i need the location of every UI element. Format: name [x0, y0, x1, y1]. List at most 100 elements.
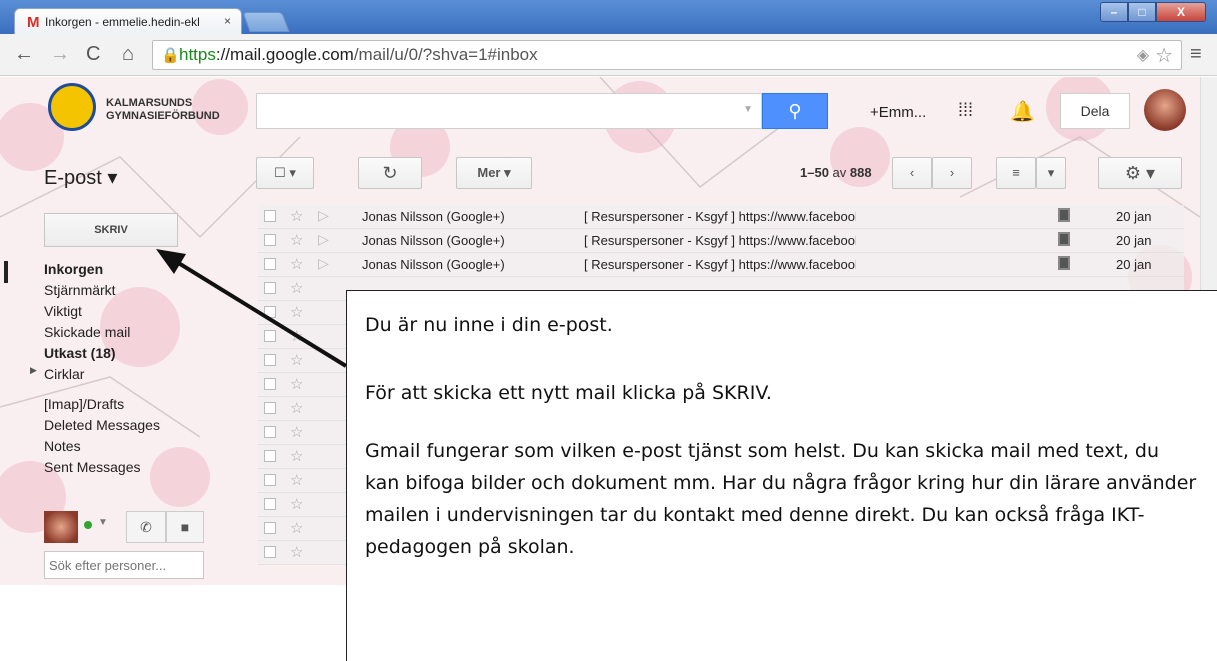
row-checkbox[interactable] — [264, 426, 276, 438]
star-icon[interactable]: ☆ — [290, 447, 303, 465]
important-marker-icon[interactable]: ▷ — [318, 255, 329, 272]
folder-starred[interactable]: Stjärnmärkt — [44, 282, 116, 298]
people-search-input[interactable] — [44, 551, 204, 579]
phone-icon[interactable]: ✆ — [126, 511, 166, 543]
folder-deleted-messages[interactable]: Deleted Messages — [44, 417, 160, 433]
row-checkbox[interactable] — [264, 378, 276, 390]
url-text: https://mail.google.com/mail/u/0/?shva=1… — [179, 45, 538, 64]
expand-triangle-icon[interactable]: ▶ — [30, 365, 37, 376]
message-subject: [ Resurspersoner - Ksgyf ] https://www.f… — [584, 209, 856, 224]
reload-icon[interactable]: C — [86, 43, 100, 66]
avatar[interactable] — [1144, 89, 1186, 131]
more-button[interactable]: Mer ▾ — [456, 157, 532, 189]
star-icon[interactable]: ☆ — [290, 231, 303, 249]
row-checkbox[interactable] — [264, 258, 276, 270]
browser-tab-inbox[interactable]: M Inkorgen - emmelie.hedin-ekl × — [14, 8, 242, 34]
display-density-icon[interactable]: ≡ — [996, 157, 1036, 189]
star-icon[interactable]: ☆ — [290, 207, 303, 225]
share-button[interactable]: Dela — [1060, 93, 1130, 129]
star-icon[interactable]: ☆ — [290, 279, 303, 297]
message-sender: Jonas Nilsson (Google+) — [362, 209, 505, 224]
row-checkbox[interactable] — [264, 282, 276, 294]
search-icon: ⚲ — [788, 101, 802, 121]
table-row[interactable]: ☆ ▷ Jonas Nilsson (Google+) [ Resurspers… — [258, 205, 1184, 229]
folder-sent-messages[interactable]: Sent Messages — [44, 459, 141, 475]
bookmark-star-icon[interactable]: ☆ — [1155, 43, 1173, 68]
next-page-button[interactable]: › — [932, 157, 972, 189]
search-options-caret-icon[interactable]: ▼ — [743, 104, 753, 115]
org-name: KALMARSUNDS GYMNASIEFÖRBUND — [106, 97, 220, 122]
star-icon[interactable]: ☆ — [290, 375, 303, 393]
window-maximize-button[interactable]: □ — [1128, 2, 1156, 22]
row-checkbox[interactable] — [264, 330, 276, 342]
callout-paragraph-2: För att skicka ett nytt mail klicka på S… — [365, 382, 772, 404]
row-checkbox[interactable] — [264, 450, 276, 462]
table-row[interactable]: ☆ ▷ Jonas Nilsson (Google+) [ Resurspers… — [258, 229, 1184, 253]
home-icon[interactable]: ⌂ — [122, 43, 134, 66]
folder-drafts[interactable]: Utkast (18) — [44, 345, 116, 361]
star-icon[interactable]: ☆ — [290, 303, 303, 321]
star-icon[interactable]: ☆ — [290, 423, 303, 441]
extension-icon[interactable]: ◈ — [1137, 45, 1149, 65]
bell-icon[interactable]: 🔔 — [1010, 99, 1035, 124]
window-close-button[interactable]: X — [1156, 2, 1206, 22]
browser-menu-icon[interactable]: ≡ — [1190, 43, 1202, 66]
star-icon[interactable]: ☆ — [290, 255, 303, 273]
folder-imap-drafts[interactable]: [Imap]/Drafts — [44, 396, 124, 412]
folder-inbox[interactable]: Inkorgen — [44, 261, 103, 277]
row-checkbox[interactable] — [264, 546, 276, 558]
previous-page-button[interactable]: ‹ — [892, 157, 932, 189]
row-checkbox[interactable] — [264, 474, 276, 486]
back-arrow-icon[interactable]: ← — [14, 43, 34, 66]
important-marker-icon[interactable]: ▷ — [318, 207, 329, 224]
row-checkbox[interactable] — [264, 522, 276, 534]
attachment-icon — [1058, 208, 1070, 222]
user-name[interactable]: +Emm... — [870, 104, 926, 121]
row-checkbox[interactable] — [264, 498, 276, 510]
star-icon[interactable]: ☆ — [290, 495, 303, 513]
gear-icon[interactable]: ⚙ ▾ — [1098, 157, 1182, 189]
apps-grid-icon[interactable]: ⁞⁞⁞ — [958, 100, 973, 121]
active-folder-marker — [4, 261, 8, 283]
row-checkbox[interactable] — [264, 402, 276, 414]
star-icon[interactable]: ☆ — [290, 327, 303, 345]
tab-title: Inkorgen - emmelie.hedin-ekl — [45, 15, 200, 29]
screenshot-stage: M Inkorgen - emmelie.hedin-ekl × – □ X ←… — [0, 0, 1217, 661]
refresh-icon[interactable]: ↻ — [358, 157, 422, 189]
row-checkbox[interactable] — [264, 306, 276, 318]
star-icon[interactable]: ☆ — [290, 351, 303, 369]
select-checkbox-button[interactable]: ☐ ▾ — [256, 157, 314, 189]
chevron-down-icon[interactable]: ▾ — [1036, 157, 1066, 189]
message-subject: [ Resurspersoner - Ksgyf ] https://www.f… — [584, 233, 856, 248]
star-icon[interactable]: ☆ — [290, 519, 303, 537]
folder-circles[interactable]: Cirklar — [44, 366, 84, 382]
star-icon[interactable]: ☆ — [290, 399, 303, 417]
lock-icon: 🔒 — [161, 47, 180, 64]
forward-arrow-icon[interactable]: → — [50, 43, 70, 66]
compose-button[interactable]: SKRIV — [44, 213, 178, 247]
row-checkbox[interactable] — [264, 354, 276, 366]
row-checkbox[interactable] — [264, 234, 276, 246]
video-icon[interactable]: ■ — [166, 511, 204, 543]
important-marker-icon[interactable]: ▷ — [318, 231, 329, 248]
tab-close-icon[interactable]: × — [224, 14, 231, 28]
star-icon[interactable]: ☆ — [290, 543, 303, 561]
chevron-down-icon[interactable]: ▼ — [98, 517, 108, 528]
callout-paragraph-1: Du är nu inne i din e-post. — [365, 314, 613, 336]
row-checkbox[interactable] — [264, 210, 276, 222]
search-button[interactable]: ⚲ — [762, 93, 828, 129]
folder-important[interactable]: Viktigt — [44, 303, 82, 319]
message-date: 20 jan — [1116, 233, 1152, 248]
folder-notes[interactable]: Notes — [44, 438, 81, 454]
gmail-icon: M — [27, 14, 40, 31]
window-minimize-button[interactable]: – — [1100, 2, 1128, 22]
table-row[interactable]: ☆ ▷ Jonas Nilsson (Google+) [ Resurspers… — [258, 253, 1184, 277]
online-status-dot — [84, 521, 92, 529]
new-tab-button[interactable] — [242, 12, 290, 32]
mail-menu[interactable]: E-post ▾ — [44, 165, 117, 190]
address-bar[interactable]: 🔒 https://mail.google.com/mail/u/0/?shva… — [152, 40, 1182, 70]
mail-search-input[interactable]: ▼ — [256, 93, 762, 129]
chat-avatar[interactable] — [44, 511, 78, 543]
folder-sent[interactable]: Skickade mail — [44, 324, 130, 340]
star-icon[interactable]: ☆ — [290, 471, 303, 489]
